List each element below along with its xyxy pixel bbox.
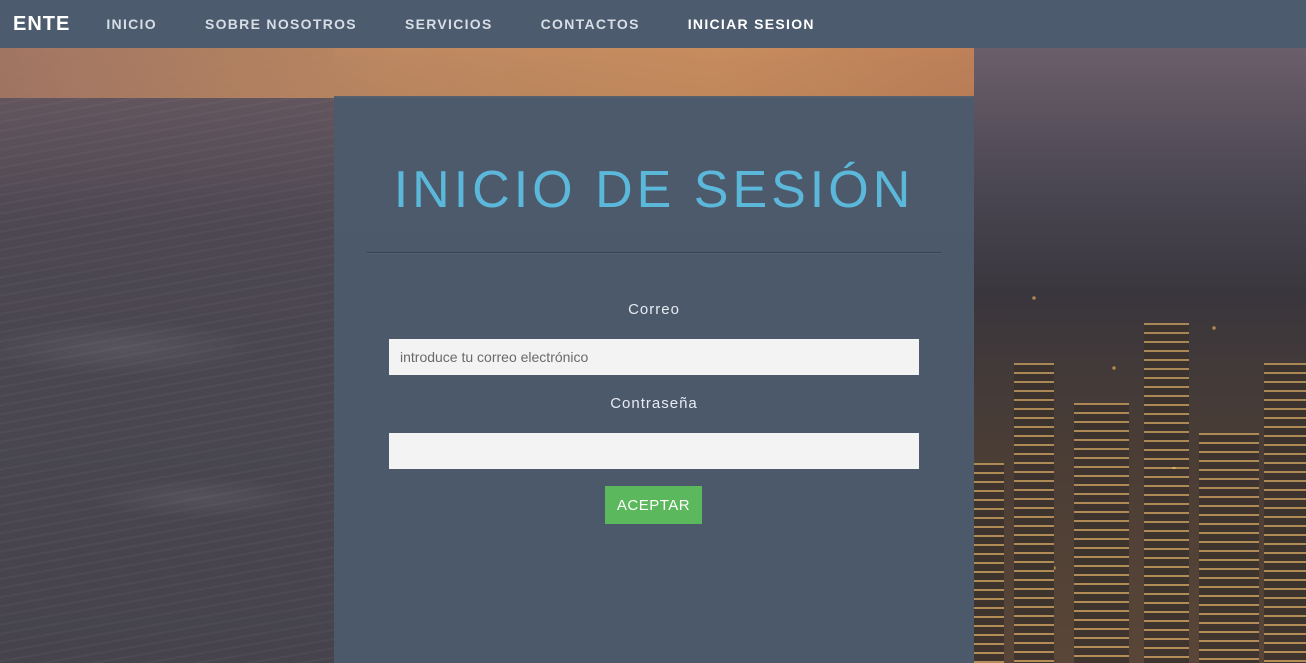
brand-logo[interactable]: ENTE — [13, 13, 70, 36]
title-divider — [367, 252, 941, 253]
background-building — [974, 463, 1004, 663]
nav-link-contactos[interactable]: CONTACTOS — [517, 16, 664, 32]
background-city — [974, 48, 1306, 663]
login-panel: INICIO DE SESIÓN Correo Contraseña ACEPT… — [334, 96, 974, 663]
email-input[interactable] — [389, 339, 919, 375]
background-building — [1074, 403, 1129, 663]
background-building — [1264, 363, 1306, 663]
nav-links: INICIO SOBRE NOSOTROS SERVICIOS CONTACTO… — [82, 16, 838, 32]
background-building — [1199, 433, 1259, 663]
top-navbar: ENTE INICIO SOBRE NOSOTROS SERVICIOS CON… — [0, 0, 1306, 48]
nav-link-iniciar-sesion[interactable]: INICIAR SESION — [664, 16, 839, 32]
page: ENTE INICIO SOBRE NOSOTROS SERVICIOS CON… — [0, 0, 1306, 663]
nav-link-servicios[interactable]: SERVICIOS — [381, 16, 517, 32]
background-building — [1144, 323, 1189, 663]
background-building — [1014, 363, 1054, 663]
background-sea — [0, 48, 334, 663]
password-label: Contraseña — [610, 395, 698, 412]
nav-link-sobre-nosotros[interactable]: SOBRE NOSOTROS — [181, 16, 381, 32]
password-input[interactable] — [389, 433, 919, 469]
nav-link-inicio[interactable]: INICIO — [82, 16, 181, 32]
login-title: INICIO DE SESIÓN — [393, 161, 915, 219]
email-label: Correo — [628, 301, 680, 318]
accept-button[interactable]: ACEPTAR — [605, 486, 702, 524]
